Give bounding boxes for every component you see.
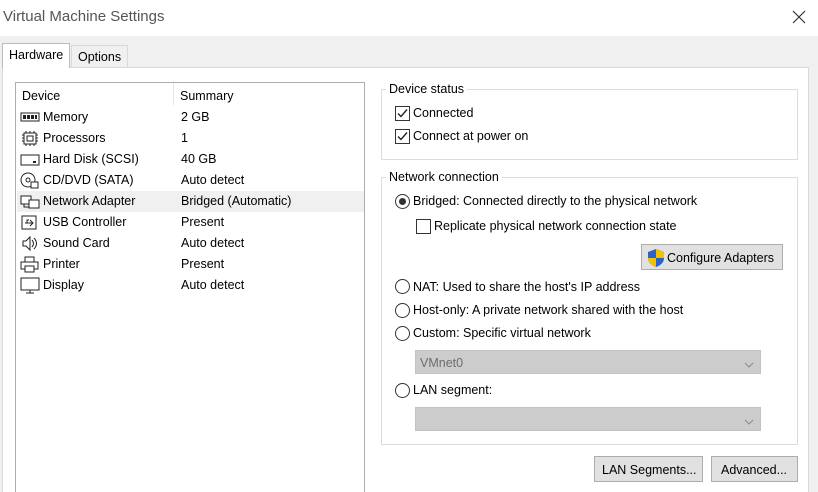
device-summary: Auto detect	[181, 236, 245, 250]
configure-adapters-button[interactable]: Configure Adapters	[641, 244, 783, 270]
bridged-radio[interactable]	[395, 194, 410, 209]
connected-checkbox[interactable]	[395, 106, 410, 121]
device-row-network-adapter[interactable]: Network Adapter Bridged (Automatic)	[17, 191, 364, 212]
device-row-memory[interactable]: Memory 2 GB	[17, 107, 364, 128]
advanced-label: Advanced...	[721, 463, 788, 477]
device-name: USB Controller	[43, 215, 127, 229]
device-list[interactable]: Device Summary Memory 2 GB Processors 1 …	[15, 82, 365, 492]
device-summary: 1	[181, 131, 188, 145]
memory-icon	[20, 109, 40, 126]
device-name: Display	[43, 278, 84, 292]
radio-dot	[399, 198, 406, 205]
window-title: Virtual Machine Settings	[3, 8, 165, 25]
device-summary: Auto detect	[181, 278, 245, 292]
display-icon	[20, 277, 40, 294]
replicate-state-label: Replicate physical network connection st…	[434, 219, 677, 233]
processor-icon	[20, 130, 40, 147]
device-summary: Auto detect	[181, 173, 245, 187]
device-name: Processors	[43, 131, 106, 145]
device-name: Memory	[43, 110, 89, 124]
device-row-cd-dvd[interactable]: CD/DVD (SATA) Auto detect	[17, 170, 364, 191]
network-adapter-icon	[20, 193, 40, 210]
lan-segments-label: LAN Segments...	[602, 463, 697, 477]
device-row-usb-controller[interactable]: USB Controller Present	[17, 212, 364, 233]
device-name: Sound Card	[43, 236, 110, 250]
device-summary: 2 GB	[181, 110, 210, 124]
cd-dvd-icon	[20, 172, 40, 189]
column-header-summary[interactable]: Summary	[180, 89, 233, 103]
configure-adapters-label: Configure Adapters	[667, 251, 775, 265]
custom-network-select[interactable]: VMnet0	[415, 350, 761, 374]
lan-segment-label: LAN segment:	[413, 383, 493, 397]
device-summary: 40 GB	[181, 152, 217, 166]
device-row-hard-disk[interactable]: Hard Disk (SCSI) 40 GB	[17, 149, 364, 170]
bridged-label: Bridged: Connected directly to the physi…	[413, 194, 698, 208]
device-name: Network Adapter	[43, 194, 136, 208]
device-row-printer[interactable]: Printer Present	[17, 254, 364, 275]
device-status-group	[381, 89, 798, 160]
host-only-radio[interactable]	[395, 303, 410, 318]
network-connection-title: Network connection	[386, 170, 502, 184]
chevron-down-icon	[744, 358, 754, 372]
printer-icon	[20, 256, 40, 273]
device-name: Printer	[43, 257, 80, 271]
device-summary: Bridged (Automatic)	[181, 194, 292, 208]
device-list-header: Device Summary	[16, 83, 364, 107]
close-icon[interactable]	[788, 6, 810, 28]
lan-segments-button[interactable]: LAN Segments...	[594, 456, 703, 482]
lan-segment-radio[interactable]	[395, 383, 410, 398]
nat-radio[interactable]	[395, 279, 410, 294]
device-row-display[interactable]: Display Auto detect	[17, 275, 364, 296]
lan-segment-select[interactable]	[415, 407, 761, 431]
usb-icon	[20, 214, 40, 231]
device-name: CD/DVD (SATA)	[43, 173, 134, 187]
connected-label: Connected	[413, 106, 474, 120]
sound-card-icon	[20, 235, 40, 252]
hard-disk-icon	[20, 151, 40, 168]
device-status-title: Device status	[386, 82, 468, 96]
connect-at-power-on-checkbox[interactable]	[395, 129, 410, 144]
replicate-state-checkbox[interactable]	[416, 219, 431, 234]
device-summary: Present	[181, 215, 225, 229]
device-row-processors[interactable]: Processors 1	[17, 128, 364, 149]
host-only-label: Host-only: A private network shared with…	[413, 303, 684, 317]
advanced-button[interactable]: Advanced...	[711, 456, 798, 482]
custom-radio[interactable]	[395, 326, 410, 341]
chevron-down-icon	[744, 415, 754, 429]
nat-label: NAT: Used to share the host's IP address	[413, 280, 641, 294]
custom-label: Custom: Specific virtual network	[413, 326, 591, 340]
device-summary: Present	[181, 257, 225, 271]
tab-options[interactable]: Options	[71, 45, 129, 67]
column-header-device[interactable]: Device	[22, 89, 60, 103]
custom-network-value: VMnet0	[420, 356, 464, 370]
device-row-sound-card[interactable]: Sound Card Auto detect	[17, 233, 364, 254]
uac-shield-icon	[647, 248, 665, 271]
tab-hardware[interactable]: Hardware	[2, 43, 71, 68]
title-bar: Virtual Machine Settings	[0, 0, 818, 36]
device-name: Hard Disk (SCSI)	[43, 152, 139, 166]
column-divider[interactable]	[173, 83, 174, 105]
connect-at-power-on-label: Connect at power on	[413, 129, 529, 143]
